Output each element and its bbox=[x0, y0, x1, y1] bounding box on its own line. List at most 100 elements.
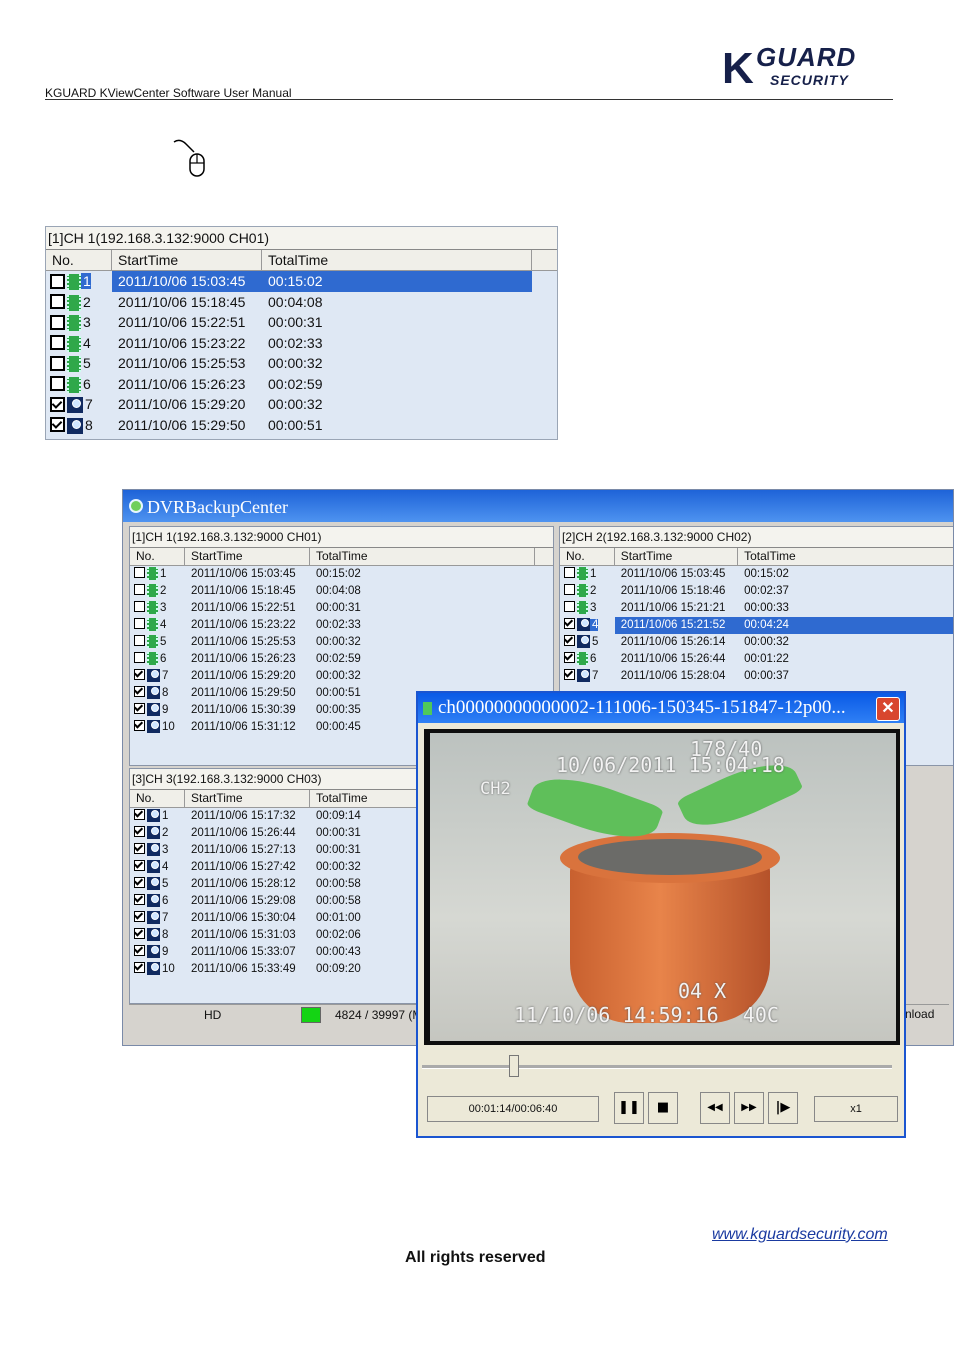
seek-thumb[interactable] bbox=[508, 1055, 519, 1077]
col-no[interactable]: No. bbox=[130, 548, 185, 565]
row-checkbox[interactable] bbox=[564, 669, 575, 681]
row-checkbox[interactable] bbox=[134, 962, 145, 974]
list-item[interactable]: 6 2011/10/06 15:26:44 00:01:22 bbox=[560, 651, 953, 668]
osd-cam-id: 04 X bbox=[678, 979, 727, 1003]
list-item[interactable]: 2 2011/10/06 15:18:45 00:04:08 bbox=[46, 292, 557, 313]
list-item[interactable]: 5 2011/10/06 15:26:14 00:00:32 bbox=[560, 634, 953, 651]
list-item[interactable]: 1 2011/10/06 15:03:45 00:15:02 bbox=[560, 566, 953, 583]
seek-bar[interactable] bbox=[422, 1065, 892, 1069]
row-number: 6 bbox=[590, 653, 597, 665]
col-no[interactable]: No. bbox=[46, 250, 112, 270]
row-checkbox[interactable] bbox=[50, 294, 65, 310]
col-no[interactable]: No. bbox=[130, 790, 185, 807]
list-item[interactable]: 3 2011/10/06 15:22:51 00:00:31 bbox=[46, 312, 557, 333]
col-starttime[interactable]: StartTime bbox=[185, 548, 310, 565]
row-checkbox[interactable] bbox=[134, 601, 145, 613]
row-checkbox[interactable] bbox=[134, 809, 145, 821]
stop-button[interactable]: ■ bbox=[648, 1092, 678, 1124]
row-checkbox[interactable] bbox=[564, 652, 575, 664]
row-checkbox[interactable] bbox=[134, 686, 145, 698]
row-checkbox[interactable] bbox=[134, 945, 145, 957]
rewind-button[interactable]: ◀◀ bbox=[700, 1092, 730, 1124]
search-icon bbox=[67, 397, 83, 414]
col-totaltime[interactable]: TotalTime bbox=[310, 548, 535, 565]
row-checkbox[interactable] bbox=[134, 860, 145, 872]
list-item[interactable]: 2 2011/10/06 15:18:46 00:02:37 bbox=[560, 583, 953, 600]
close-button[interactable]: ✕ bbox=[876, 697, 900, 721]
list-item[interactable]: 8 2011/10/06 15:29:50 00:00:51 bbox=[46, 415, 557, 436]
row-checkbox[interactable] bbox=[134, 894, 145, 906]
row-checkbox[interactable] bbox=[134, 928, 145, 940]
row-checkbox[interactable] bbox=[134, 652, 145, 664]
ch2-title: [2]CH 2(192.168.3.132:9000 CH02) bbox=[560, 527, 953, 548]
row-checkbox[interactable] bbox=[134, 669, 145, 681]
row-checkbox[interactable] bbox=[50, 314, 65, 330]
pause-button[interactable]: ❚❚ bbox=[614, 1092, 644, 1124]
start-time: 2011/10/06 15:30:39 bbox=[191, 704, 296, 716]
row-checkbox[interactable] bbox=[564, 601, 575, 613]
player-title: ch00000000000002-111006-150345-151847-12… bbox=[438, 697, 846, 718]
list-item[interactable]: 6 2011/10/06 15:26:23 00:02:59 bbox=[130, 651, 553, 668]
col-totaltime[interactable]: TotalTime bbox=[738, 548, 953, 565]
row-checkbox[interactable] bbox=[50, 376, 65, 392]
list-item[interactable]: 3 2011/10/06 15:21:21 00:00:33 bbox=[560, 600, 953, 617]
col-starttime[interactable]: StartTime bbox=[615, 548, 739, 565]
row-checkbox[interactable] bbox=[134, 720, 145, 732]
row-checkbox[interactable] bbox=[50, 273, 65, 289]
row-number: 2 bbox=[160, 585, 167, 597]
row-checkbox[interactable] bbox=[564, 567, 575, 579]
list-item[interactable]: 3 2011/10/06 15:22:51 00:00:31 bbox=[130, 600, 553, 617]
row-checkbox[interactable] bbox=[134, 618, 145, 630]
col-totaltime[interactable]: TotalTime bbox=[262, 250, 532, 270]
col-no[interactable]: No. bbox=[560, 548, 615, 565]
step-button[interactable]: |▶ bbox=[768, 1092, 798, 1124]
player-title-bar[interactable]: ch00000000000002-111006-150345-151847-12… bbox=[418, 693, 904, 723]
col-starttime[interactable]: StartTime bbox=[185, 790, 310, 807]
row-checkbox[interactable] bbox=[564, 584, 575, 596]
row-checkbox[interactable] bbox=[134, 635, 145, 647]
row-checkbox[interactable] bbox=[134, 584, 145, 596]
row-checkbox[interactable] bbox=[50, 355, 65, 371]
film-icon bbox=[147, 601, 158, 615]
row-checkbox[interactable] bbox=[134, 911, 145, 923]
row-number: 1 bbox=[590, 568, 597, 580]
row-checkbox[interactable] bbox=[134, 877, 145, 889]
list-item[interactable]: 7 2011/10/06 15:29:20 00:00:32 bbox=[130, 668, 553, 685]
fast-forward-button[interactable]: ▶▶ bbox=[734, 1092, 764, 1124]
list-item[interactable]: 2 2011/10/06 15:18:45 00:04:08 bbox=[130, 583, 553, 600]
total-time: 00:00:51 bbox=[268, 416, 323, 433]
row-number: 9 bbox=[162, 946, 169, 958]
ch2-header: No. StartTime TotalTime bbox=[560, 548, 953, 566]
list-item[interactable]: 1 2011/10/06 15:03:45 00:15:02 bbox=[46, 271, 557, 292]
col-starttime[interactable]: StartTime bbox=[112, 250, 262, 270]
list-item[interactable]: 5 2011/10/06 15:25:53 00:00:32 bbox=[46, 353, 557, 374]
total-time: 00:01:22 bbox=[744, 653, 789, 665]
row-checkbox[interactable] bbox=[134, 567, 145, 579]
row-number: 5 bbox=[83, 355, 91, 371]
list-item[interactable]: 4 2011/10/06 15:21:52 00:04:24 bbox=[560, 617, 953, 634]
website-link[interactable]: www.kguardsecurity.com bbox=[712, 1226, 888, 1244]
row-checkbox[interactable] bbox=[50, 335, 65, 351]
list-item[interactable]: 6 2011/10/06 15:26:23 00:02:59 bbox=[46, 374, 557, 395]
dvr-title-bar[interactable]: DVRBackupCenter bbox=[123, 490, 953, 522]
list-item[interactable]: 4 2011/10/06 15:23:22 00:02:33 bbox=[46, 333, 557, 354]
row-checkbox[interactable] bbox=[564, 635, 575, 647]
list-item[interactable]: 7 2011/10/06 15:29:20 00:00:32 bbox=[46, 394, 557, 415]
status-led bbox=[301, 1007, 321, 1023]
row-checkbox[interactable] bbox=[134, 703, 145, 715]
film-icon bbox=[577, 584, 588, 598]
row-number: 8 bbox=[85, 416, 93, 433]
list-item[interactable]: 7 2011/10/06 15:28:04 00:00:37 bbox=[560, 668, 953, 685]
list-item[interactable]: 5 2011/10/06 15:25:53 00:00:32 bbox=[130, 634, 553, 651]
download-button[interactable]: nload bbox=[905, 1007, 934, 1021]
total-time: 00:04:24 bbox=[738, 617, 953, 634]
film-icon bbox=[577, 567, 588, 581]
row-checkbox[interactable] bbox=[564, 618, 575, 630]
row-number: 6 bbox=[83, 375, 91, 392]
row-checkbox[interactable] bbox=[134, 843, 145, 855]
list-item[interactable]: 1 2011/10/06 15:03:45 00:15:02 bbox=[130, 566, 553, 583]
row-checkbox[interactable] bbox=[50, 417, 65, 433]
row-checkbox[interactable] bbox=[134, 826, 145, 838]
row-checkbox[interactable] bbox=[50, 396, 65, 412]
list-item[interactable]: 4 2011/10/06 15:23:22 00:02:33 bbox=[130, 617, 553, 634]
